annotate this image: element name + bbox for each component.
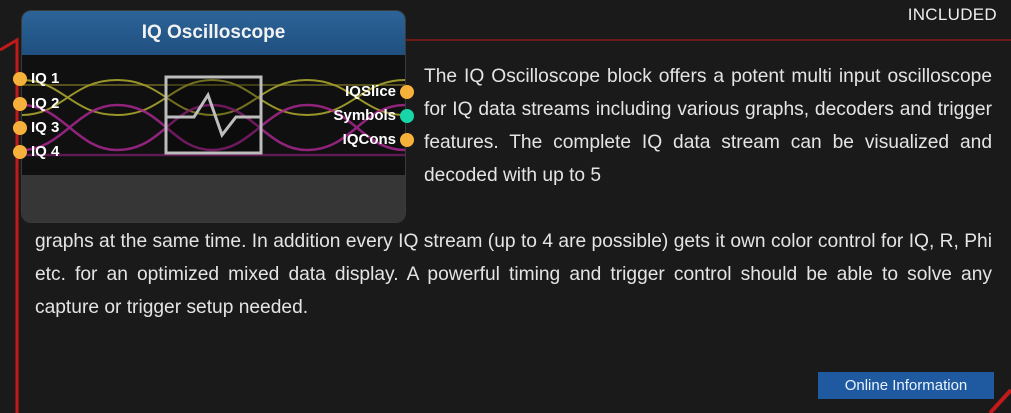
output-port-symbols[interactable]: Symbols bbox=[333, 107, 414, 124]
input-port-iq4[interactable]: IQ 4 bbox=[13, 143, 59, 160]
online-information-button[interactable]: Online Information bbox=[818, 372, 994, 399]
block-footer bbox=[22, 175, 405, 222]
port-label: IQ 3 bbox=[31, 119, 60, 136]
port-dot-icon bbox=[13, 120, 27, 135]
port-label: IQCons bbox=[342, 131, 396, 148]
port-label: Symbols bbox=[333, 107, 396, 124]
port-dot-icon bbox=[13, 144, 27, 159]
port-dot-icon bbox=[400, 108, 414, 123]
input-port-iq2[interactable]: IQ 2 bbox=[13, 95, 59, 112]
input-port-iq1[interactable]: IQ 1 bbox=[13, 70, 59, 87]
port-label: IQ 4 bbox=[31, 143, 60, 160]
oscilloscope-icon bbox=[164, 75, 263, 155]
input-port-iq3[interactable]: IQ 3 bbox=[13, 119, 59, 136]
output-port-iqcons[interactable]: IQCons bbox=[343, 131, 414, 148]
description-text-top: The IQ Oscilloscope block offers a poten… bbox=[424, 66, 992, 186]
port-label: IQ 2 bbox=[31, 95, 60, 112]
output-port-iqslice[interactable]: IQSlice bbox=[345, 83, 414, 100]
description-text-bottom: graphs at the same time. In addition eve… bbox=[35, 231, 992, 318]
port-dot-icon bbox=[400, 132, 414, 147]
port-label: IQSlice bbox=[345, 83, 396, 100]
port-dot-icon bbox=[13, 96, 27, 111]
port-label: IQ 1 bbox=[31, 70, 60, 87]
included-badge: INCLUDED bbox=[907, 5, 997, 24]
port-dot-icon bbox=[13, 71, 27, 86]
port-dot-icon bbox=[400, 84, 414, 99]
block-title: IQ Oscilloscope bbox=[22, 11, 405, 55]
product-panel: INCLUDED IQ Oscilloscope IQ 1 IQ 2 IQ 3 … bbox=[0, 0, 1011, 413]
